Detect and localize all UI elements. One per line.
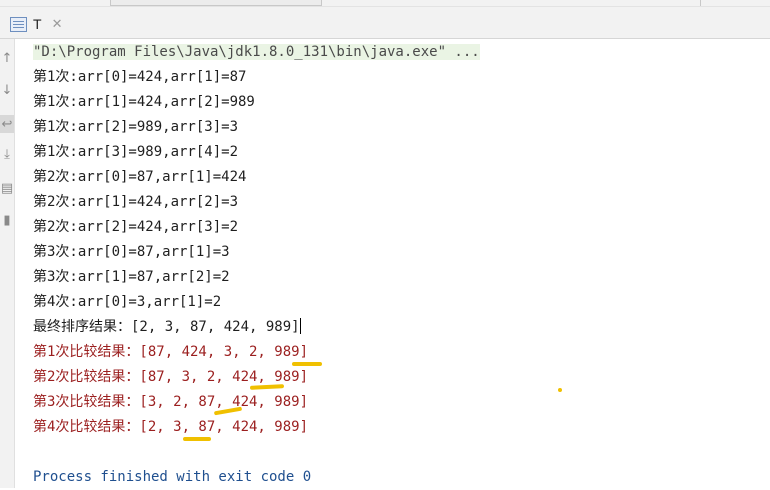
console-icon	[10, 16, 27, 32]
console-toolbar: ↑ ↓ ↩ ⤓ ▤ ▮	[0, 39, 15, 488]
output-line: 第1次:arr[2]=989,arr[3]=3	[33, 119, 239, 135]
window-top-ghost	[110, 0, 322, 6]
output-line: 第2次:arr[0]=87,arr[1]=424	[33, 169, 247, 185]
compare-result-line: 第1次比较结果：[87, 424, 3, 2, 989]	[33, 344, 309, 360]
soft-wrap-icon[interactable]: ↩	[0, 115, 14, 133]
run-tab-label: T	[33, 16, 42, 32]
print-icon[interactable]: ▤	[0, 179, 14, 197]
console-output[interactable]: "D:\Program Files\Java\jdk1.8.0_131\bin\…	[33, 40, 770, 490]
output-line: 第1次:arr[1]=424,arr[2]=989	[33, 94, 255, 110]
text-caret	[299, 318, 301, 334]
highlight-mark	[183, 437, 211, 441]
final-result-line: 最终排序结果：[2, 3, 87, 424, 989]	[33, 315, 770, 340]
compare-result-line: 第3次比较结果：[3, 2, 87, 424, 989]	[33, 394, 309, 410]
final-result-text: 最终排序结果：[2, 3, 87, 424, 989]	[33, 319, 300, 335]
command-text: "D:\Program Files\Java\jdk1.8.0_131\bin\…	[33, 44, 480, 60]
highlight-dot	[558, 388, 562, 392]
compare-result-line: 第4次比较结果：[2, 3, 87, 424, 989]	[33, 419, 309, 435]
trash-icon[interactable]: ▮	[0, 211, 14, 229]
scroll-to-end-icon[interactable]: ⤓	[0, 145, 14, 163]
output-line: 第3次:arr[0]=87,arr[1]=3	[33, 244, 230, 260]
window-top-strip	[0, 0, 770, 7]
window-top-ghost-right	[320, 0, 701, 6]
arrow-up-icon[interactable]: ↑	[0, 49, 14, 67]
command-line: "D:\Program Files\Java\jdk1.8.0_131\bin\…	[33, 40, 770, 65]
output-line: 第1次:arr[3]=989,arr[4]=2	[33, 144, 239, 160]
highlight-mark	[292, 362, 322, 366]
arrow-down-icon[interactable]: ↓	[0, 81, 14, 99]
output-line: 第3次:arr[1]=87,arr[2]=2	[33, 269, 230, 285]
close-icon[interactable]: ✕	[52, 17, 63, 32]
output-line: 第4次:arr[0]=3,arr[1]=2	[33, 294, 222, 310]
run-tab-bar: T ✕	[0, 7, 770, 39]
compare-result-line: 第2次比较结果：[87, 3, 2, 424, 989]	[33, 369, 309, 385]
exit-message: Process finished with exit code 0	[33, 469, 312, 485]
output-line: 第2次:arr[1]=424,arr[2]=3	[33, 194, 239, 210]
run-tab[interactable]: T ✕	[6, 11, 68, 37]
output-line: 第1次:arr[0]=424,arr[1]=87	[33, 69, 247, 85]
output-line: 第2次:arr[2]=424,arr[3]=2	[33, 219, 239, 235]
